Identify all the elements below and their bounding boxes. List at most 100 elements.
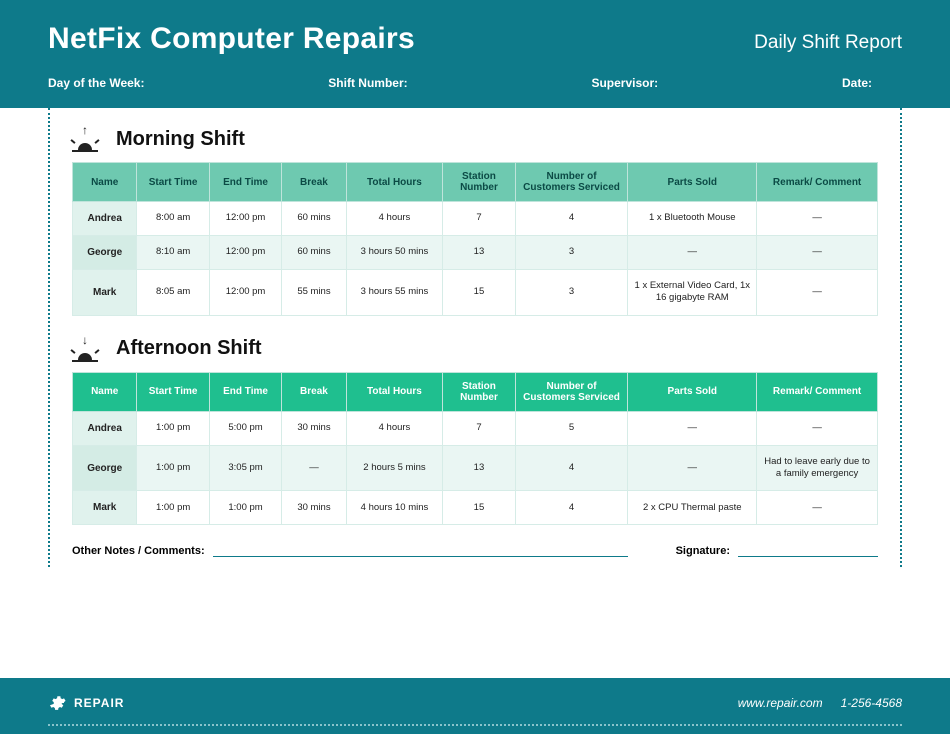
col-break: Break (282, 163, 346, 202)
col-name: Name (73, 163, 137, 202)
cell-end: 12:00 pm (209, 236, 281, 270)
signature-label: Signature: (676, 545, 730, 557)
col-customers: Number of Customers Serviced (515, 163, 628, 202)
cell-end: 3:05 pm (209, 445, 281, 491)
cell-total: 4 hours (346, 411, 443, 445)
footer-phone: 1-256-4568 (841, 696, 902, 710)
company-name: NetFix Computer Repairs (48, 22, 415, 56)
cell-station: 15 (443, 491, 515, 525)
cell-remark: — (757, 236, 878, 270)
col-start: Start Time (137, 163, 209, 202)
cell-break: 30 mins (282, 491, 346, 525)
cell-end: 1:00 pm (209, 491, 281, 525)
section-head: ↑ Morning Shift (72, 126, 878, 152)
table-row: George1:00 pm3:05 pm—2 hours 5 mins134—H… (73, 445, 878, 491)
footer-brand: REPAIR (74, 696, 124, 710)
cell-start: 1:00 pm (137, 411, 209, 445)
col-total: Total Hours (346, 372, 443, 411)
col-name: Name (73, 372, 137, 411)
cell-remark: Had to leave early due to a family emerg… (757, 445, 878, 491)
notes-row: Other Notes / Comments: Signature: (72, 545, 878, 557)
cell-name: Mark (73, 491, 137, 525)
col-start: Start Time (137, 372, 209, 411)
report-body: ↑Morning ShiftNameStart TimeEnd TimeBrea… (0, 108, 950, 567)
table-row: George8:10 am12:00 pm60 mins3 hours 50 m… (73, 236, 878, 270)
cell-station: 7 (443, 411, 515, 445)
col-station: Station Number (443, 372, 515, 411)
shift-section: ↑ Morning Shift NameStart TimeEnd TimeBrea… (72, 126, 878, 316)
decorative-dots (48, 724, 902, 726)
col-total: Total Hours (346, 163, 443, 202)
cell-break: 30 mins (282, 411, 346, 445)
cell-name: George (73, 445, 137, 491)
field-date: Date: (842, 76, 872, 90)
report-footer: REPAIR www.repair.com 1-256-4568 (0, 678, 950, 734)
cell-parts: — (628, 445, 757, 491)
col-customers: Number of Customers Serviced (515, 372, 628, 411)
col-remark: Remark/ Comment (757, 163, 878, 202)
cell-name: Andrea (73, 411, 137, 445)
cell-end: 12:00 pm (209, 202, 281, 236)
cell-start: 8:10 am (137, 236, 209, 270)
table-row: Andrea1:00 pm5:00 pm30 mins4 hours75—— (73, 411, 878, 445)
sunrise-icon: ↑ (72, 126, 98, 152)
cell-station: 13 (443, 236, 515, 270)
cell-station: 13 (443, 445, 515, 491)
decorative-border-right (900, 108, 902, 567)
section-head: ↓Afternoon Shift (72, 336, 878, 362)
field-shift-number: Shift Number: (328, 76, 407, 90)
cell-break: — (282, 445, 346, 491)
cell-start: 8:05 am (137, 270, 209, 316)
cell-total: 2 hours 5 mins (346, 445, 443, 491)
cell-customers: 3 (515, 270, 628, 316)
cell-total: 4 hours 10 mins (346, 491, 443, 525)
cell-break: 55 mins (282, 270, 346, 316)
cell-parts: 1 x Bluetooth Mouse (628, 202, 757, 236)
footer-website: www.repair.com (738, 696, 823, 710)
table-row: Mark1:00 pm1:00 pm30 mins4 hours 10 mins… (73, 491, 878, 525)
cell-start: 1:00 pm (137, 445, 209, 491)
cell-remark: — (757, 270, 878, 316)
cell-break: 60 mins (282, 236, 346, 270)
cell-end: 12:00 pm (209, 270, 281, 316)
cell-customers: 5 (515, 411, 628, 445)
cell-remark: — (757, 491, 878, 525)
cell-parts: 1 x External Video Card, 1x 16 gigabyte … (628, 270, 757, 316)
section-title: Afternoon Shift (116, 337, 262, 360)
header-fields: Day of the Week: Shift Number: Superviso… (48, 76, 902, 90)
field-day-of-week: Day of the Week: (48, 76, 144, 90)
col-end: End Time (209, 372, 281, 411)
notes-label: Other Notes / Comments: (72, 545, 205, 557)
signature-line[interactable] (738, 545, 878, 557)
cell-remark: — (757, 411, 878, 445)
report-title: Daily Shift Report (754, 32, 902, 54)
col-end: End Time (209, 163, 281, 202)
col-parts: Parts Sold (628, 163, 757, 202)
cell-total: 3 hours 50 mins (346, 236, 443, 270)
decorative-border-left (48, 108, 50, 567)
cell-start: 8:00 am (137, 202, 209, 236)
cell-start: 1:00 pm (137, 491, 209, 525)
cell-total: 3 hours 55 mins (346, 270, 443, 316)
shift-section: ↓Afternoon Shift NameStart TimeEnd TimeBr… (72, 336, 878, 526)
col-remark: Remark/ Comment (757, 372, 878, 411)
field-supervisor: Supervisor: (591, 76, 658, 90)
notes-line[interactable] (213, 545, 628, 557)
shift-table: NameStart TimeEnd TimeBreakTotal HoursSt… (72, 372, 878, 526)
cell-parts: — (628, 236, 757, 270)
cell-customers: 4 (515, 202, 628, 236)
section-title: Morning Shift (116, 128, 245, 151)
cell-station: 15 (443, 270, 515, 316)
gear-icon (48, 694, 66, 712)
cell-total: 4 hours (346, 202, 443, 236)
cell-name: Andrea (73, 202, 137, 236)
cell-customers: 3 (515, 236, 628, 270)
cell-name: George (73, 236, 137, 270)
cell-customers: 4 (515, 491, 628, 525)
table-row: Mark8:05 am12:00 pm55 mins3 hours 55 min… (73, 270, 878, 316)
report-header: NetFix Computer Repairs Daily Shift Repo… (0, 0, 950, 108)
cell-name: Mark (73, 270, 137, 316)
cell-station: 7 (443, 202, 515, 236)
cell-parts: — (628, 411, 757, 445)
cell-customers: 4 (515, 445, 628, 491)
